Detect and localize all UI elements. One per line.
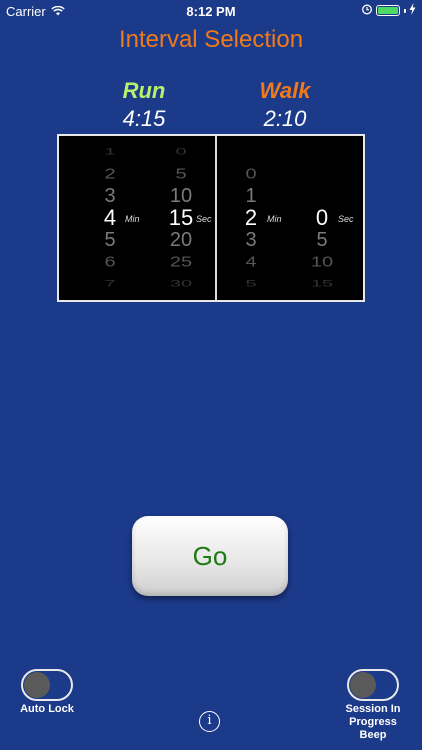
picker-option[interactable]: 10 <box>297 254 347 271</box>
status-time: 8:12 PM <box>186 4 236 19</box>
session-beep-label-line: Progress <box>349 716 397 728</box>
interval-picker: 1234567 Min 0 5 10 15 20 25 30 Sec 012345 Min … <box>57 134 365 302</box>
status-bar: Carrier 8:12 PM <box>0 0 422 24</box>
session-beep-toggle[interactable] <box>347 669 399 701</box>
walk-min-unit: Min <box>267 214 282 224</box>
auto-lock-toggle[interactable] <box>21 669 73 701</box>
picker-option[interactable]: 3 <box>226 229 276 251</box>
picker-option[interactable]: 30 <box>156 279 206 289</box>
picker-option[interactable]: 5 <box>297 229 347 251</box>
picker-option[interactable]: 0 <box>156 147 206 157</box>
picker-option[interactable]: 5 <box>226 279 276 289</box>
walk-sec-unit: Sec <box>338 214 354 224</box>
auto-lock-label: Auto Lock <box>20 703 74 715</box>
picker-option[interactable]: 2 <box>85 166 135 183</box>
session-beep-label-line: Session In <box>345 703 401 715</box>
picker-option[interactable]: 1 <box>226 185 276 207</box>
toggle-knob <box>24 672 50 698</box>
battery-level <box>378 7 398 14</box>
run-time: 4:15 <box>122 106 166 131</box>
picker-option[interactable]: 5 <box>85 229 135 251</box>
battery-cap <box>404 8 406 13</box>
picker-option[interactable]: 10 <box>156 185 206 207</box>
picker-option[interactable]: 15 <box>297 279 347 289</box>
picker-option[interactable]: 6 <box>85 254 135 271</box>
picker-option[interactable]: 0 <box>226 166 276 183</box>
picker-option[interactable]: 7 <box>85 279 135 289</box>
picker-option[interactable]: 5 <box>156 166 206 183</box>
picker-option[interactable]: 25 <box>156 254 206 271</box>
session-beep-label-line: Beep <box>359 729 387 741</box>
picker-option[interactable]: 20 <box>156 229 206 251</box>
status-right <box>361 3 416 18</box>
session-beep-label: Session In Progress Beep <box>333 703 413 742</box>
charging-icon <box>409 3 416 18</box>
picker-option[interactable]: 1 <box>85 147 135 157</box>
go-button[interactable]: Go <box>132 516 288 596</box>
run-min-unit: Min <box>125 214 140 224</box>
walk-time: 2:10 <box>263 106 307 131</box>
info-button[interactable]: i <box>199 711 220 732</box>
picker-option[interactable]: 4 <box>226 254 276 271</box>
alarm-icon <box>361 3 373 18</box>
picker-divider <box>215 136 217 300</box>
walk-heading: Walk <box>259 78 311 103</box>
battery-icon <box>376 5 400 16</box>
picker-option[interactable]: 3 <box>85 185 135 207</box>
page-title: Interval Selection <box>118 26 304 53</box>
run-heading: Run <box>122 78 166 103</box>
toggle-knob <box>350 672 376 698</box>
run-sec-unit: Sec <box>196 214 212 224</box>
